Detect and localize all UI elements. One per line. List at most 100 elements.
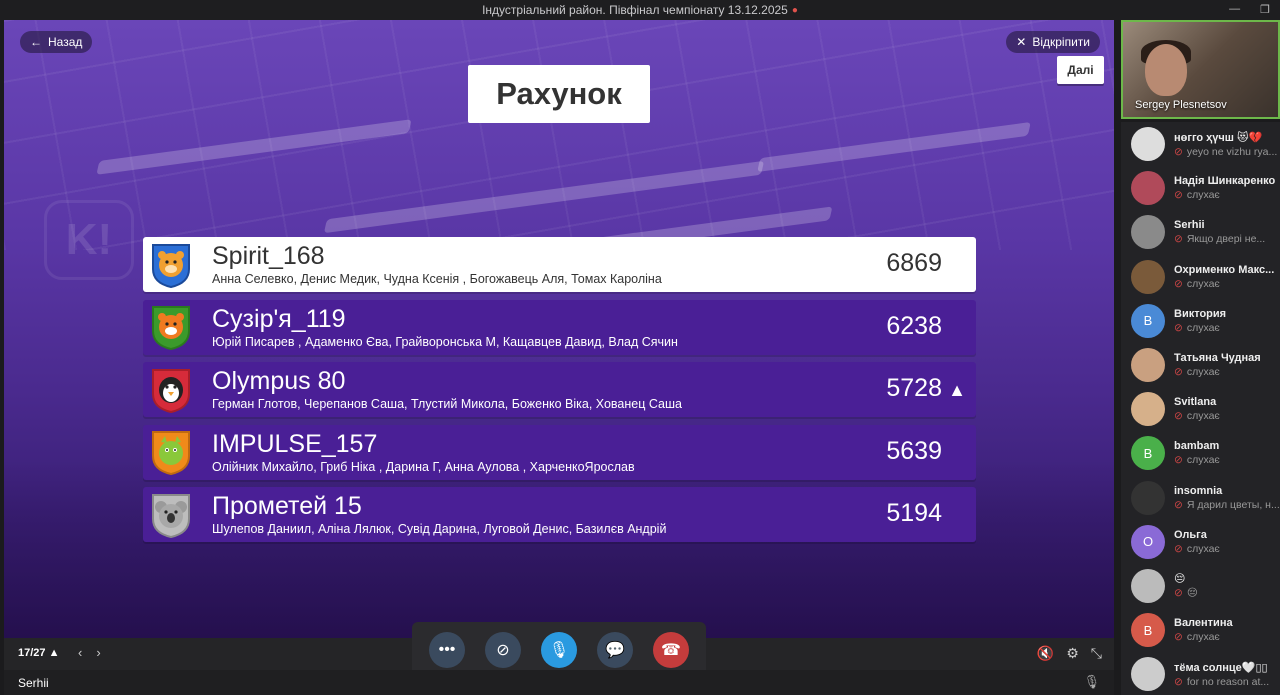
avatar bbox=[1131, 215, 1165, 250]
avatar: B bbox=[1131, 436, 1165, 471]
participant-name: insomnia bbox=[1174, 484, 1223, 497]
mic-off-icon: ⊘ bbox=[1174, 587, 1183, 600]
avatar bbox=[1131, 392, 1165, 427]
participant-status: ⊘ yeyo ne vizhu rya... bbox=[1174, 146, 1277, 158]
scoreboard-title: Рахунок bbox=[468, 65, 650, 123]
mic-off-icon: ⊘ bbox=[1174, 321, 1183, 334]
hang-up-button[interactable]: ☎ bbox=[653, 632, 689, 668]
participant-text: тёма солнце🤍▯▯ ⊘ for no reason at... bbox=[1174, 661, 1269, 688]
team-score: 6238 bbox=[886, 311, 942, 340]
participant-item[interactable]: Охрименко Макс... ⊘ слухає bbox=[1121, 255, 1280, 299]
participant-name: нөгго ҳүчш 😻💔 bbox=[1174, 131, 1263, 144]
participant-item[interactable]: Надія Шинкаренко ⊘ слухає bbox=[1121, 166, 1280, 210]
back-button[interactable]: ← Назад bbox=[20, 31, 93, 53]
participant-text: Ольга ⊘ слухає bbox=[1174, 529, 1220, 555]
chevron-left-icon[interactable]: ‹ bbox=[78, 645, 82, 660]
participant-item[interactable]: Serhii ⊘ Якщо двері не... bbox=[1121, 210, 1280, 254]
page-indicator[interactable]: 17/27 ▲ bbox=[18, 647, 59, 659]
bear-icon bbox=[143, 237, 198, 292]
chat-button[interactable]: 💬 bbox=[597, 632, 633, 668]
team-name: Сузір'я_119 bbox=[212, 304, 346, 333]
team-row: Прометей 15 Шулепов Даниил, Аліна Лялюк,… bbox=[143, 487, 976, 542]
mic-off-icon: ⊘ bbox=[1174, 498, 1183, 511]
participant-item[interactable]: тёма солнце🤍▯▯ ⊘ for no reason at... bbox=[1121, 652, 1280, 695]
scoreboard: Spirit_168 Анна Селевко, Денис Медик, Чу… bbox=[143, 237, 976, 550]
mic-off-icon: 🎙 bbox=[1083, 674, 1100, 689]
next-button[interactable]: Далі bbox=[1057, 56, 1104, 84]
participant-name: Serhii bbox=[1174, 219, 1205, 232]
camera-off-icon: ⊘ bbox=[496, 642, 510, 659]
participant-status: ⊘ 😔 bbox=[1174, 587, 1198, 599]
team-members: Юрій Писарев , Адаменко Єва, Грайворонсь… bbox=[212, 334, 678, 349]
speaker-video[interactable]: Sergey Plesnetsov bbox=[1121, 20, 1280, 119]
shared-screen: K! ← Назад ✕ Відкріпити Далі Рахунок Spi… bbox=[4, 20, 1114, 638]
page-navigation: ‹ › bbox=[78, 645, 101, 660]
status-text: слухає bbox=[1186, 189, 1220, 202]
maximize-icon[interactable]: ❐ bbox=[1260, 3, 1270, 16]
participant-name: Виктория bbox=[1174, 307, 1227, 320]
volume-mute-icon[interactable]: 🔇 bbox=[1037, 645, 1054, 662]
status-text: Якщо двері не... bbox=[1186, 233, 1266, 246]
participant-name: Svitlana bbox=[1174, 396, 1217, 409]
participant-item[interactable]: В Валентина ⊘ слухає bbox=[1121, 608, 1280, 652]
participant-item[interactable]: нөгго ҳүчш 😻💔 ⊘ yeyo ne vizhu rya... bbox=[1121, 122, 1280, 166]
participant-item[interactable]: В Виктория ⊘ слухає bbox=[1121, 299, 1280, 343]
participant-text: Надія Шинкаренко ⊘ слухає bbox=[1174, 175, 1275, 201]
status-text: слухає bbox=[1186, 454, 1220, 467]
participant-status: ⊘ Якщо двері не... bbox=[1174, 233, 1265, 245]
participant-text: нөгго ҳүчш 😻💔 ⊘ yeyo ne vizhu rya... bbox=[1174, 131, 1277, 158]
status-text: слухає bbox=[1186, 542, 1220, 555]
more-icon: ••• bbox=[438, 641, 456, 658]
participant-name: Охрименко Макс... bbox=[1174, 263, 1275, 276]
minimize-icon[interactable]: — bbox=[1229, 3, 1240, 16]
mic-off-icon: ⊘ bbox=[1174, 631, 1183, 644]
participant-text: bambam ⊘ слухає bbox=[1174, 440, 1220, 466]
mic-off-icon: ⊘ bbox=[1174, 145, 1183, 158]
avatar bbox=[1131, 171, 1165, 206]
status-text: слухає bbox=[1186, 366, 1220, 379]
team-row: Olympus 80 Герман Глотов, Черепанов Саша… bbox=[143, 362, 976, 417]
avatar bbox=[1131, 480, 1165, 515]
participant-item[interactable]: О Ольга ⊘ слухає bbox=[1121, 520, 1280, 564]
unpin-button[interactable]: ✕ Відкріпити bbox=[1006, 31, 1100, 53]
avatar: В bbox=[1131, 613, 1165, 648]
window-titlebar: Індустріальний район. Півфінал чемпіонат… bbox=[0, 0, 1280, 20]
team-members: Анна Селевко, Денис Медик, Чудна Ксенія … bbox=[212, 272, 662, 286]
team-score: 5194 bbox=[886, 499, 942, 527]
participant-item[interactable]: Svitlana ⊘ слухає bbox=[1121, 387, 1280, 431]
chevron-right-icon[interactable]: › bbox=[96, 645, 100, 660]
window-title: Індустріальний район. Півфінал чемпіонат… bbox=[482, 3, 788, 17]
participant-item[interactable]: Татьяна Чудная ⊘ слухає bbox=[1121, 343, 1280, 387]
mic-off-icon: ⊘ bbox=[1174, 233, 1183, 246]
participant-name: 😔 bbox=[1174, 573, 1186, 586]
camera-off-button[interactable]: ⊘ bbox=[485, 632, 521, 668]
mic-off-icon: ⊘ bbox=[1174, 542, 1183, 555]
phone-icon: ☎ bbox=[661, 642, 681, 659]
participant-name: bambam bbox=[1174, 440, 1220, 453]
participant-text: Татьяна Чудная ⊘ слухає bbox=[1174, 352, 1261, 378]
arrow-left-icon: ← bbox=[30, 35, 42, 49]
avatar bbox=[1131, 657, 1165, 692]
participant-item[interactable]: Bbambam ⊘ слухає bbox=[1121, 431, 1280, 475]
status-text: for no reason at... bbox=[1186, 675, 1270, 688]
status-text: Я дарил цветы, н... bbox=[1186, 498, 1280, 511]
status-text: слухає bbox=[1186, 277, 1220, 290]
recording-indicator: ● bbox=[791, 4, 798, 16]
mic-off-icon: ⊘ bbox=[1174, 454, 1183, 467]
mic-off-icon: ⊘ bbox=[1174, 189, 1183, 202]
mic-off-button[interactable]: 🎙 bbox=[541, 632, 577, 668]
exit-fullscreen-icon[interactable]: ⤡ bbox=[1091, 645, 1102, 662]
participant-item[interactable]: 😔 ⊘ 😔 bbox=[1121, 564, 1280, 608]
more-button[interactable]: ••• bbox=[429, 632, 465, 668]
logo-watermark: K! bbox=[44, 200, 134, 280]
avatar bbox=[1131, 348, 1165, 383]
avatar: В bbox=[1131, 303, 1165, 338]
participant-text: Виктория ⊘ слухає bbox=[1174, 308, 1226, 334]
participant-text: Охрименко Макс... ⊘ слухає bbox=[1174, 264, 1274, 290]
participant-status: ⊘ слухає bbox=[1174, 366, 1261, 378]
back-label: Назад bbox=[48, 35, 83, 49]
window-controls: — ❐ bbox=[1229, 3, 1270, 16]
participant-item[interactable]: insomnia ⊘ Я дарил цветы, н... bbox=[1121, 476, 1280, 520]
gear-icon[interactable]: ⚙ bbox=[1066, 645, 1079, 662]
team-members: Олійник Михайло, Гриб Ніка , Дарина Г, А… bbox=[212, 459, 635, 474]
